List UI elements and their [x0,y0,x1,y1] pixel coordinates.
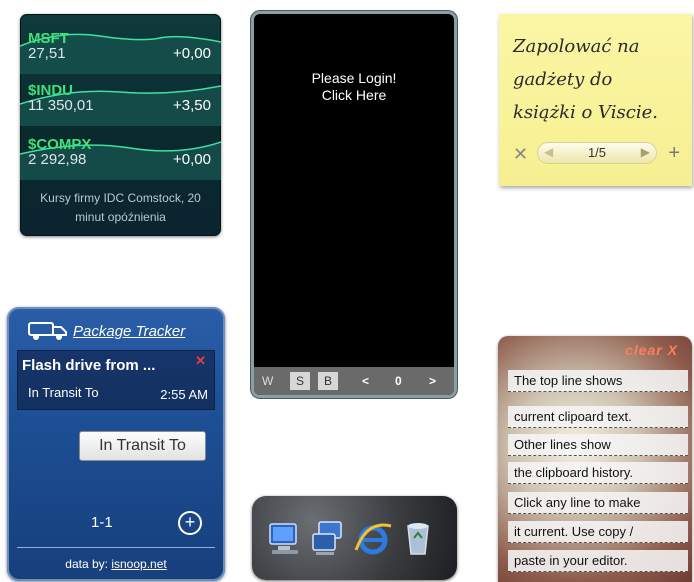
status-button[interactable]: In Transit To [79,431,206,461]
clear-button[interactable]: clear X [625,342,678,358]
package-item[interactable]: Flash drive from ... ✕ In Transit To 2:5… [17,350,215,410]
network-icon[interactable] [309,516,349,560]
clipboard-line[interactable]: The top line shows [508,370,688,392]
b-button[interactable]: B [318,372,338,390]
package-tracker-title: Package Tracker [73,323,186,340]
note-page-indicator: 1/5 [587,145,607,160]
computer-icon[interactable] [264,516,304,560]
clipboard-line[interactable]: current clipoard text. [508,406,688,428]
recycle-bin-icon[interactable] [398,516,438,560]
stock-row-msft[interactable]: MSFT 27,51 +0,00 [20,26,221,74]
stock-row-indu[interactable]: $INDU 11 350,01 +3,50 [20,78,221,126]
note-controls: ✕ ◀ 1/5 ▶ + [509,142,682,166]
credit-link[interactable]: isnoop.net [111,557,166,571]
item-count: 0 [395,374,402,388]
login-gadget: Please Login! Click Here W S B < 0 > [254,14,454,395]
stocks-footer-line: minut opóźnienia [75,210,166,224]
s-button[interactable]: S [290,372,310,390]
note-pager: ◀ 1/5 ▶ [537,142,657,164]
stock-price: 2 292,98 [28,151,87,168]
truck-icon [28,322,67,340]
clipboard-line[interactable]: it current. Use copy / [508,521,688,543]
stock-row-compx[interactable]: $COMPX 2 292,98 +0,00 [20,132,221,180]
divider [17,547,215,548]
data-credit: data by: isnoop.net [7,557,225,571]
clipboard-line[interactable]: Other lines show [508,434,688,456]
w-button[interactable]: W [262,372,273,390]
login-toolbar: W S B < 0 > [254,367,454,395]
package-status: In Transit To [28,385,99,400]
stock-change: +0,00 [173,151,211,168]
next-note-icon[interactable]: ▶ [641,145,650,159]
note-text-line[interactable]: Zapolować na [513,36,639,57]
stock-price: 11 350,01 [28,97,94,114]
stock-change: +3,50 [173,97,211,114]
add-note-button[interactable]: + [668,142,680,165]
internet-explorer-icon[interactable] [353,516,393,560]
prev-button[interactable]: < [362,372,369,390]
package-tracker-gadget: Package Tracker Flash drive from ... ✕ I… [7,307,225,581]
clipboard-line[interactable]: paste in your editor. [508,550,688,572]
note-text-line[interactable]: gadżety do [513,69,612,90]
clipboard-line[interactable]: Click any line to make [508,492,688,514]
stock-price: 27,51 [28,45,66,62]
add-package-icon[interactable]: + [178,511,202,535]
stocks-gadget: MSFT 27,51 +0,00 $INDU 11 350,01 +3,50 $… [20,14,221,236]
clipboard-line[interactable]: the clipboard history. [508,462,688,484]
package-tracker-header: Package Tracker [7,315,225,345]
delete-note-button[interactable]: ✕ [513,144,528,165]
next-button[interactable]: > [429,372,436,390]
clipboard-history-gadget: clear X The top line shows current clipo… [498,336,692,582]
stock-change: +0,00 [173,45,211,62]
notes-gadget[interactable]: Zapolować na gadżety do książki o Viscie… [499,14,692,186]
launcher-dock [252,496,457,580]
item-range: 1-1 [91,514,113,531]
login-prompt[interactable]: Please Login! Click Here [254,70,454,104]
close-icon[interactable]: ✕ [195,353,206,369]
stocks-footer: Kursy firmy IDC Comstock, 20 minut opóźn… [24,189,217,227]
package-time: 2:55 AM [160,387,208,402]
credit-prefix: data by: [65,557,108,571]
note-text-line[interactable]: książki o Viscie. [513,102,658,123]
package-item-name: Flash drive from ... [22,357,156,374]
login-link[interactable]: Click Here [254,87,454,104]
stocks-footer-line: Kursy firmy IDC Comstock, 20 [40,191,201,205]
login-message: Please Login! [311,70,397,86]
